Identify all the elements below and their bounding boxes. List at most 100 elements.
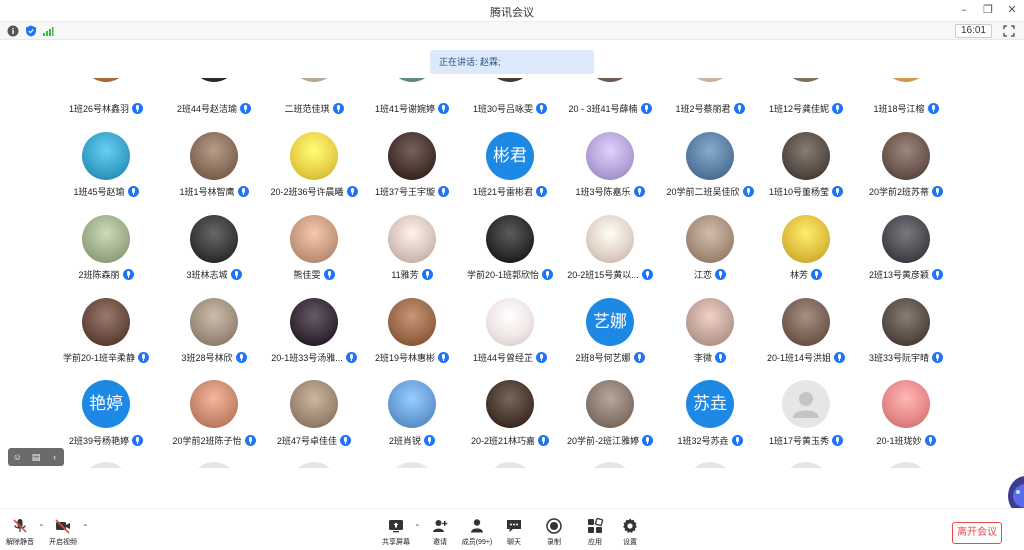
participant-tile[interactable]: 艳婷 2班39号杨艳婷 <box>52 78 160 458</box>
avatar: 苏垚 <box>686 380 734 428</box>
shield-icon[interactable] <box>25 25 37 37</box>
participant-tile[interactable]: 2班肖锐 <box>358 78 466 458</box>
members-icon <box>471 519 483 533</box>
chat-icon <box>507 520 521 532</box>
chat-label: 聊天 <box>507 539 521 546</box>
record-icon <box>546 518 562 534</box>
avatar <box>388 462 436 468</box>
share-screen-icon <box>389 520 403 533</box>
record-button[interactable]: 录制 <box>534 513 574 547</box>
video-options-chevron-icon[interactable]: ⌃ <box>82 523 89 532</box>
avatar <box>882 380 930 428</box>
record-label: 录制 <box>547 539 561 546</box>
status-bar: 16:01 <box>0 22 1024 40</box>
avatar <box>486 462 534 468</box>
participant-name-text: 20-1班珑妙 <box>876 436 922 446</box>
minimize-button[interactable]: – <box>958 3 970 17</box>
avatar <box>290 380 338 428</box>
meeting-toolbar: 解除静音 ⌃ 开启视频 ⌃ 共享屏幕 ⌃ 邀请 成员(99+) 聊天 录制 应用… <box>0 508 1024 550</box>
participant-tile[interactable]: 20学前-2班江雅婷 <box>556 78 664 458</box>
avatar: 艳婷 <box>82 380 130 428</box>
avatar <box>882 462 930 468</box>
invite-icon <box>433 520 448 532</box>
mic-icon <box>731 435 743 446</box>
restore-button[interactable]: ❐ <box>982 3 994 17</box>
mic-muted-icon <box>13 519 27 533</box>
start-video-button[interactable]: 开启视频 <box>43 513 83 547</box>
participant-tile[interactable]: 20-2班21林巧嘉 <box>456 78 564 458</box>
avatar <box>486 380 534 428</box>
unmute-label: 解除静音 <box>6 539 34 546</box>
participant-name: 20-2班21林巧嘉 <box>456 434 564 447</box>
unmute-button[interactable]: 解除静音 <box>0 513 40 547</box>
default-avatar-icon <box>793 392 819 418</box>
participant-tile[interactable]: 1班17号黄玉秀 <box>752 78 860 458</box>
participant-tile[interactable]: 20-1班珑妙 <box>852 78 960 458</box>
apps-icon <box>588 517 604 533</box>
chat-button[interactable]: 聊天 <box>494 513 534 547</box>
invite-label: 邀请 <box>433 539 447 546</box>
chat-bubble-icon[interactable]: ▤ <box>31 452 41 462</box>
floating-tools: ☺ ▤ ‹ <box>8 448 64 466</box>
invite-button[interactable]: 邀请 <box>420 513 460 547</box>
meeting-timer: 16:01 <box>954 24 992 38</box>
participant-name: 1班17号黄玉秀 <box>752 434 860 447</box>
participant-tile[interactable]: 20学前2班陈子怡 <box>160 78 268 458</box>
members-label: 成员(99+) <box>461 539 493 546</box>
close-button[interactable]: ✕ <box>1006 3 1018 17</box>
avatar <box>290 462 338 468</box>
signal-icon[interactable] <box>42 25 54 37</box>
participant-name: 2班肖锐 <box>358 434 466 447</box>
avatar <box>82 462 130 468</box>
participant-name: 20-1班珑妙 <box>852 434 960 447</box>
avatar <box>388 380 436 428</box>
mic-icon <box>538 435 550 446</box>
members-button[interactable]: 成员(99+) <box>457 513 497 547</box>
participant-name: 20学前-2班江雅婷 <box>556 434 664 447</box>
mic-icon <box>832 435 844 446</box>
info-icon[interactable] <box>7 25 19 37</box>
participant-name-text: 2班肖锐 <box>388 436 421 446</box>
avatar <box>190 380 238 428</box>
avatar <box>586 462 634 468</box>
speaking-indicator: 正在讲话: 赵霖; <box>430 50 594 74</box>
participant-tile[interactable]: 2班47号卓佳佳 <box>260 78 368 458</box>
leave-meeting-button[interactable]: 离开会议 <box>952 522 1002 544</box>
avatar <box>686 462 734 468</box>
share-screen-label: 共享屏幕 <box>382 539 410 546</box>
mic-icon <box>642 435 653 446</box>
participant-name-text: 20学前-2班江雅婷 <box>566 436 639 446</box>
participant-name-text: 20-2班21林巧嘉 <box>470 436 536 446</box>
apps-button[interactable]: 应用 <box>575 513 615 547</box>
emoji-icon[interactable]: ☺ <box>12 452 22 462</box>
participant-name-text: 1班32号苏垚 <box>677 436 729 446</box>
participant-name: 20学前2班陈子怡 <box>160 434 268 447</box>
apps-label: 应用 <box>588 539 602 546</box>
settings-label: 设置 <box>623 539 637 546</box>
window-title: 腾讯会议 <box>490 7 534 19</box>
avatar <box>586 380 634 428</box>
window-controls: – ❐ ✕ <box>958 3 1018 17</box>
mic-icon <box>132 435 144 446</box>
participant-name: 2班39号杨艳婷 <box>52 434 160 447</box>
participant-name: 1班32号苏垚 <box>656 434 764 447</box>
avatar <box>190 462 238 468</box>
collapse-left-icon[interactable]: ‹ <box>50 452 60 462</box>
participant-name-text: 1班17号黄玉秀 <box>768 436 830 446</box>
participant-grid: 1班26号林鑫羽 2班44号赵洁瑜 二班范佳琪 1班41号谢婉婷 1班30号吕咏雯 20 … <box>0 78 1024 468</box>
avatar <box>782 380 830 428</box>
participant-name-text: 2班47号卓佳佳 <box>276 436 338 446</box>
mic-icon <box>244 435 256 446</box>
mic-icon <box>424 435 435 446</box>
title-bar: 腾讯会议 – ❐ ✕ <box>0 0 1024 22</box>
mic-icon <box>924 435 936 446</box>
participant-tile[interactable]: 苏垚 1班32号苏垚 <box>656 78 764 458</box>
camera-off-icon <box>55 519 70 534</box>
settings-button[interactable]: 设置 <box>610 513 650 547</box>
fullscreen-icon[interactable] <box>1002 24 1016 38</box>
mic-icon <box>340 435 352 446</box>
participant-name: 2班47号卓佳佳 <box>260 434 368 447</box>
participant-name-text: 2班39号杨艳婷 <box>68 436 130 446</box>
share-screen-button[interactable]: 共享屏幕 <box>376 513 416 547</box>
avatar <box>782 462 830 468</box>
